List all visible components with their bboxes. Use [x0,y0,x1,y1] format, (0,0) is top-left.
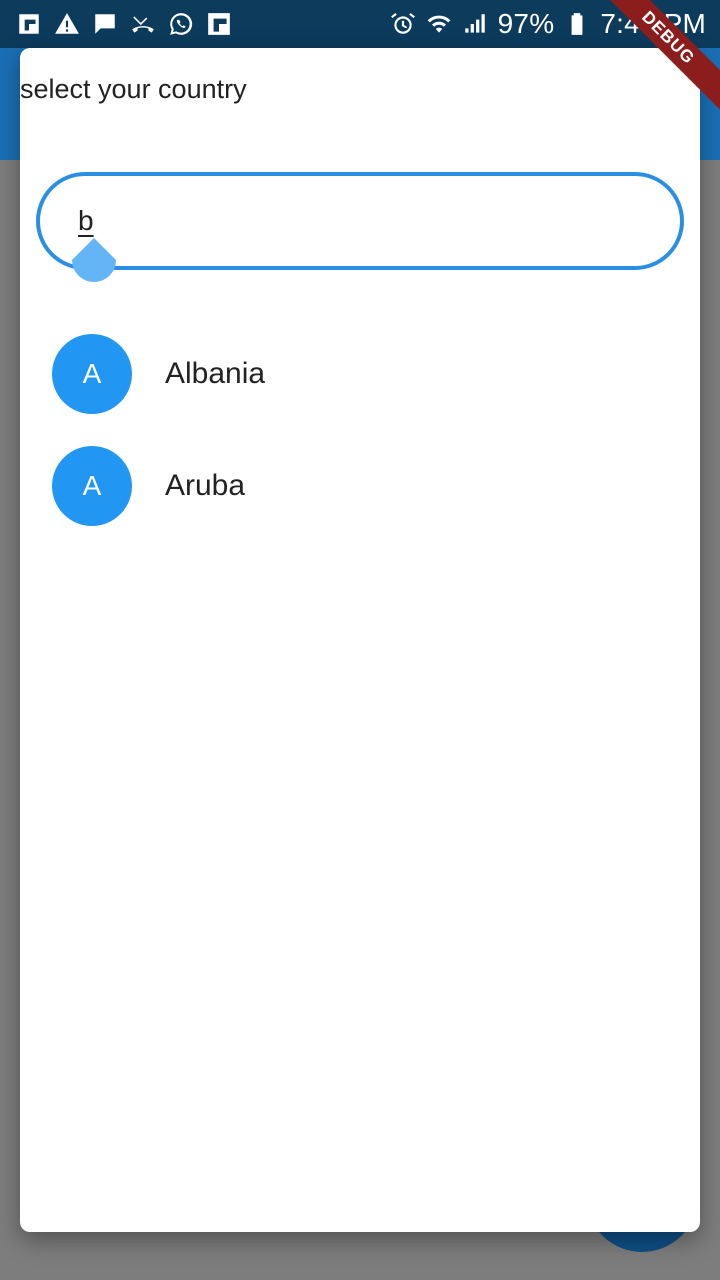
missed-call-icon [130,11,156,37]
flipboard-icon [16,11,42,37]
avatar: A [52,334,132,414]
alarm-icon [390,11,416,37]
whatsapp-icon [168,11,194,37]
list-item-aruba[interactable]: A Aruba [20,430,700,542]
text-cursor-handle-icon[interactable] [72,238,116,282]
warning-icon [54,11,80,37]
wifi-icon [426,11,452,37]
list-item-albania[interactable]: A Albania [20,318,700,430]
country-picker-dialog: select your country b A Albania A Aruba [20,48,700,1232]
avatar: A [52,446,132,526]
country-name: Aruba [165,469,246,502]
battery-icon [564,11,590,37]
search-input-value[interactable]: b [78,205,94,237]
status-bar: 97% 7:44 PM [0,0,720,48]
status-notification-icons [16,11,232,37]
search-input[interactable]: b [36,172,684,270]
country-list: A Albania A Aruba [20,318,700,542]
battery-percent: 97% [497,8,555,39]
flipboard-square-icon [206,11,232,37]
message-icon [92,11,118,37]
dialog-title: select your country [20,74,247,104]
signal-icon [462,11,488,37]
country-name: Albania [165,357,266,390]
